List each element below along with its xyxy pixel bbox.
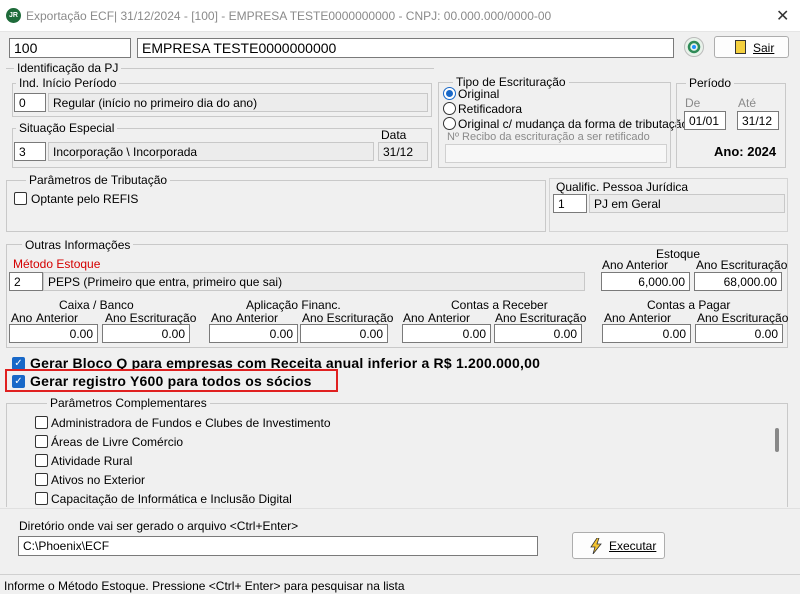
caixa-escrit-field[interactable]: 0.00 bbox=[102, 324, 190, 343]
comp-checkbox-3[interactable] bbox=[35, 473, 48, 486]
pagar-escrit-label: Ano Escrituração bbox=[697, 311, 789, 325]
caixa-ano-label: Ano bbox=[11, 311, 33, 325]
diretorio-label: Diretório onde vai ser gerado o arquivo … bbox=[19, 519, 299, 533]
pagar-anterior-field[interactable]: 0.00 bbox=[602, 324, 691, 343]
radio-original-label: Original bbox=[458, 87, 500, 101]
metodo-code-field[interactable]: 2 bbox=[9, 272, 43, 291]
caixa-anterior-field[interactable]: 0.00 bbox=[9, 324, 98, 343]
receber-escrit-label: Ano Escrituração bbox=[495, 311, 587, 325]
pagar-anterior-label: Anterior bbox=[629, 311, 672, 325]
situacao-date-field[interactable]: 31/12 bbox=[378, 142, 428, 161]
aplicacao-anterior-label: Anterior bbox=[236, 311, 279, 325]
y600-label: Gerar registro Y600 para todos os sócios bbox=[30, 373, 312, 389]
complementares-scrollbar[interactable] bbox=[775, 428, 779, 452]
lightning-icon bbox=[590, 538, 602, 554]
comp-label-4: Capacitação de Informática e Inclusão Di… bbox=[51, 492, 292, 506]
estoque-ano-escrit-label: Ano Escrituração bbox=[696, 258, 788, 272]
receber-anterior-label: Anterior bbox=[428, 311, 471, 325]
exit-door-icon bbox=[735, 40, 746, 54]
situacao-desc-field: Incorporação \ Incorporada bbox=[48, 142, 374, 161]
periodo-label: Período bbox=[686, 76, 735, 90]
pagar-title: Contas a Pagar bbox=[647, 298, 731, 312]
recibo-label: Nº Recibo da escrituração a ser retifica… bbox=[447, 131, 650, 143]
refis-label: Optante pelo REFIS bbox=[31, 192, 139, 206]
comp-label-3: Ativos no Exterior bbox=[51, 473, 146, 487]
aplicacao-anterior-field[interactable]: 0.00 bbox=[209, 324, 298, 343]
periodo-ate-field[interactable]: 31/12 bbox=[737, 111, 779, 130]
comp-checkbox-1[interactable] bbox=[35, 435, 48, 448]
metodo-estoque-label: Método Estoque bbox=[13, 257, 101, 271]
situacao-label: Situação Especial bbox=[16, 121, 118, 135]
comp-label-2: Atividade Rural bbox=[51, 454, 133, 468]
aplicacao-escrit-field[interactable]: 0.00 bbox=[300, 324, 388, 343]
receber-escrit-field[interactable]: 0.00 bbox=[494, 324, 582, 343]
diretorio-field[interactable]: C:\Phoenix\ECF bbox=[18, 536, 538, 556]
qualific-desc-field: PJ em Geral bbox=[589, 194, 785, 213]
window-title: Exportação ECF| 31/12/2024 - [100] - EMP… bbox=[26, 9, 552, 23]
ind-inicio-label: Ind. Início Período bbox=[16, 76, 120, 90]
comp-label-1: Áreas de Livre Comércio bbox=[51, 435, 184, 449]
exit-button[interactable]: Sair bbox=[714, 36, 789, 58]
caixa-anterior-label: Anterior bbox=[36, 311, 79, 325]
situacao-code-field[interactable]: 3 bbox=[14, 142, 46, 161]
caixa-banco-title: Caixa / Banco bbox=[59, 298, 134, 312]
refis-checkbox[interactable] bbox=[14, 192, 27, 205]
ind-inicio-desc-field: Regular (início no primeiro dia do ano) bbox=[48, 93, 428, 112]
receber-ano-label: Ano bbox=[403, 311, 425, 325]
qualific-code-field[interactable]: 1 bbox=[553, 194, 587, 213]
app-logo-icon: JR bbox=[6, 8, 21, 23]
ind-inicio-code-field[interactable]: 0 bbox=[14, 93, 46, 112]
estoque-ano-anterior-label: Ano Anterior bbox=[602, 258, 669, 272]
comp-label-0: Administradora de Fundos e Clubes de Inv… bbox=[51, 416, 331, 430]
comp-checkbox-0[interactable] bbox=[35, 416, 48, 429]
aplicacao-ano-label: Ano bbox=[211, 311, 233, 325]
radio-retificadora-label: Retificadora bbox=[458, 102, 523, 116]
radio-original[interactable] bbox=[443, 87, 456, 100]
status-bar: Informe o Método Estoque. Pressione <Ctr… bbox=[0, 574, 800, 594]
radio-original-mudanca-label: Original c/ mudança da forma de tributaç… bbox=[458, 117, 689, 131]
comp-checkbox-4[interactable] bbox=[35, 492, 48, 505]
aplicacao-escrit-label: Ano Escrituração bbox=[302, 311, 394, 325]
aplicacao-title: Aplicação Financ. bbox=[246, 298, 341, 312]
pagar-escrit-field[interactable]: 0.00 bbox=[695, 324, 783, 343]
company-code-field[interactable]: 100 bbox=[9, 38, 131, 58]
estoque-ano-anterior-field[interactable]: 6,000.00 bbox=[601, 272, 690, 291]
caixa-escrit-label: Ano Escrituração bbox=[105, 311, 197, 325]
outras-label: Outras Informações bbox=[22, 238, 134, 252]
pagar-ano-label: Ano bbox=[604, 311, 626, 325]
situacao-date-label: Data bbox=[381, 128, 407, 142]
metodo-desc-field: PEPS (Primeiro que entra, primeiro que s… bbox=[43, 272, 585, 291]
periodo-de-label: De bbox=[685, 96, 701, 110]
y600-checkbox[interactable]: ✓ bbox=[12, 375, 25, 388]
tributacao-group bbox=[6, 180, 546, 232]
identificacao-label: Identificação da PJ bbox=[14, 61, 122, 75]
close-icon[interactable]: ✕ bbox=[776, 6, 789, 26]
recibo-field[interactable] bbox=[445, 144, 667, 163]
receber-anterior-field[interactable]: 0.00 bbox=[402, 324, 491, 343]
tributacao-label: Parâmetros de Tributação bbox=[26, 173, 171, 187]
periodo-ate-label: Até bbox=[738, 96, 757, 110]
complementares-label: Parâmetros Complementares bbox=[47, 396, 210, 410]
exit-label: Sair bbox=[753, 41, 775, 55]
estoque-ano-escrit-field[interactable]: 68,000.00 bbox=[694, 272, 782, 291]
periodo-de-field[interactable]: 01/01 bbox=[684, 111, 726, 130]
periodo-ano-text: Ano: 2024 bbox=[714, 144, 777, 159]
executar-label: Executar bbox=[609, 539, 657, 553]
executar-button[interactable]: Executar bbox=[572, 532, 665, 559]
radio-original-mudanca[interactable] bbox=[443, 117, 456, 130]
receber-title: Contas a Receber bbox=[451, 298, 548, 312]
refresh-icon[interactable] bbox=[684, 37, 704, 57]
company-name-field[interactable]: EMPRESA TESTE0000000000 bbox=[137, 38, 674, 58]
qualific-label: Qualific. Pessoa Jurídica bbox=[556, 180, 689, 194]
comp-checkbox-2[interactable] bbox=[35, 454, 48, 467]
radio-retificadora[interactable] bbox=[443, 102, 456, 115]
